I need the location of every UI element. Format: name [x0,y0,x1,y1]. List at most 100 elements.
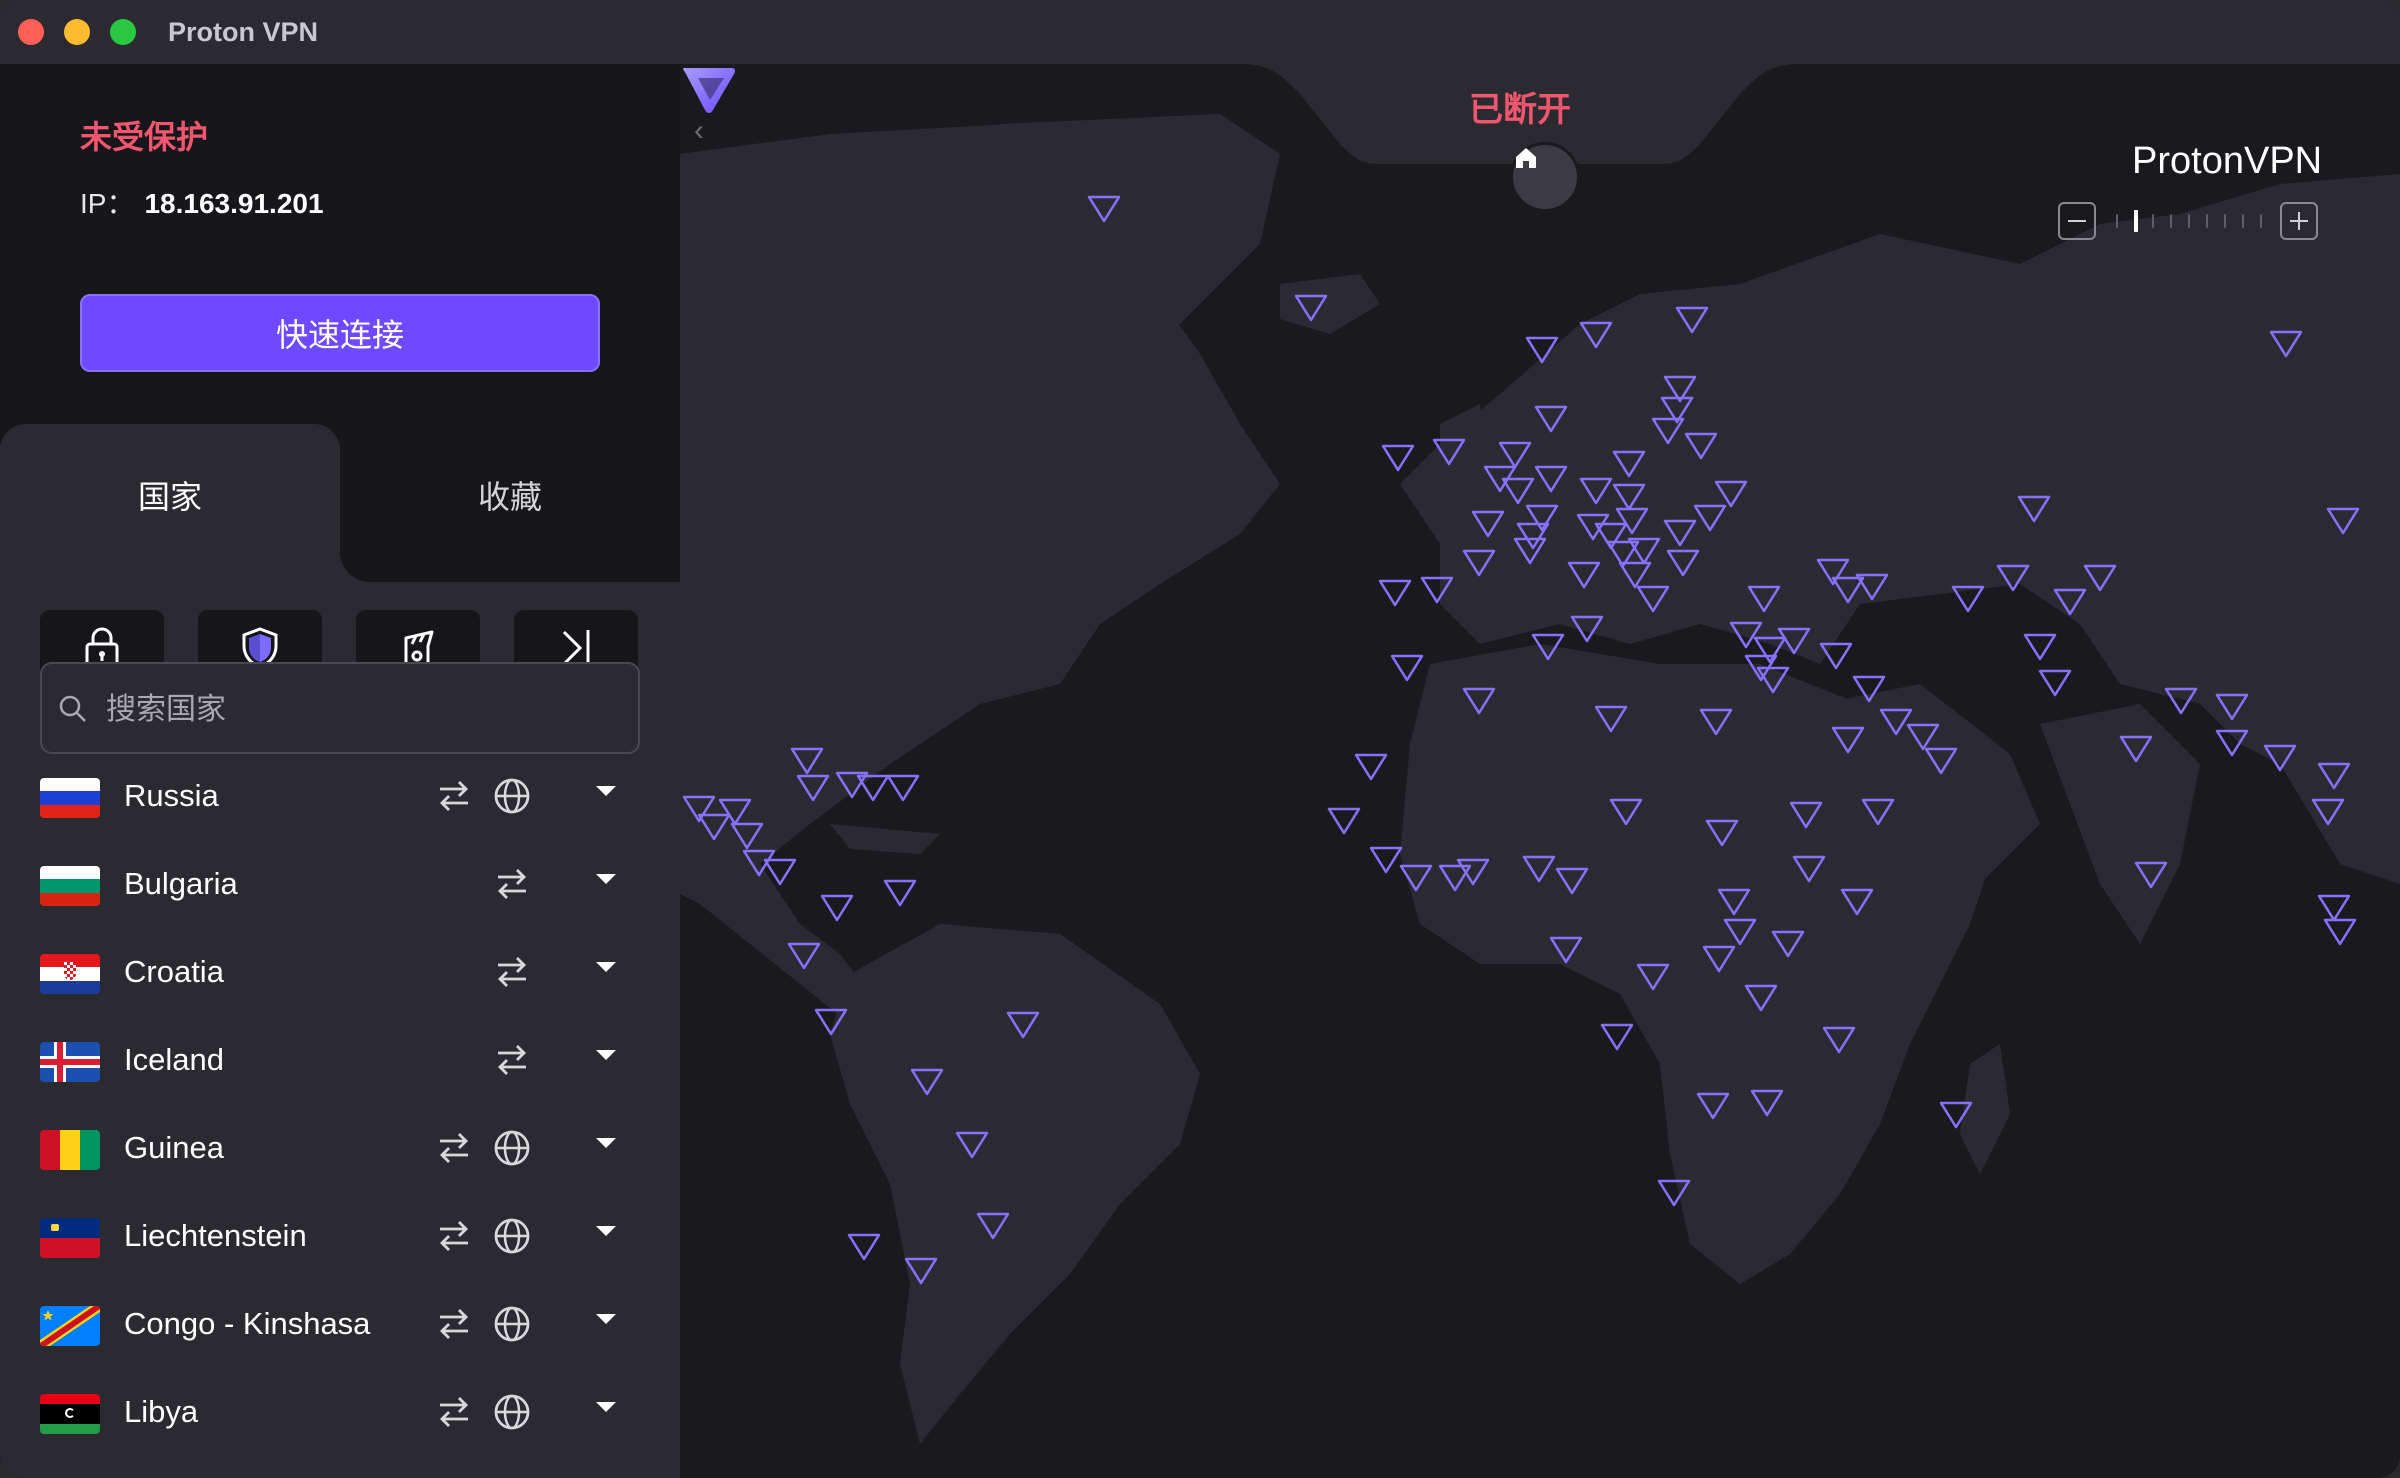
chevron-down-icon[interactable] [596,1314,616,1324]
croatia-flag-icon [40,954,100,994]
zoom-tick [2242,214,2244,228]
server-marker[interactable] [820,894,854,922]
ip-address-line: IP： 18.163.91.201 [80,182,324,222]
map-canvas [680,64,2400,1444]
country-row-guinea[interactable]: Guinea [0,1110,680,1198]
p2p-icon[interactable] [434,1304,474,1344]
quick-connect-button[interactable]: 快速连接 [80,294,600,372]
server-marker[interactable] [886,774,920,802]
server-marker[interactable] [1369,846,1403,874]
home-icon [1516,148,1536,168]
country-name: Croatia [124,954,224,989]
chevron-down-icon[interactable] [596,786,616,796]
globe-icon[interactable] [492,1128,532,1168]
country-row-libya[interactable]: Libya [0,1374,680,1462]
chevron-down-icon[interactable] [596,1402,616,1412]
globe-icon[interactable] [492,1392,532,1432]
p2p-icon[interactable] [492,1040,532,1080]
globe-icon[interactable] [492,1216,532,1256]
zoom-tick [2224,214,2226,228]
tab-favorites[interactable]: 收藏 [340,472,680,518]
zoom-tick [2260,214,2262,228]
south-america-landmass [830,924,1200,1444]
iceland-landmass [1280,274,1380,334]
server-marker[interactable] [2317,894,2351,922]
india-landmass [2040,704,2200,944]
congo-kinshasa-flag-icon [40,1306,100,1346]
zoom-out-button[interactable] [2058,202,2096,240]
connection-status: 已断开 [1469,90,1571,130]
title-bar: Proton VPN [0,0,2400,64]
country-row-bulgaria[interactable]: Bulgaria [0,846,680,934]
server-marker[interactable] [1354,753,1388,781]
tab-countries[interactable]: 国家 [0,472,340,518]
app-window: Proton VPN 未受保护 IP： 18.163.91.201 快速连接 国家… [0,0,2400,1478]
zoom-in-button[interactable] [2280,202,2318,240]
guinea-flag-icon [40,1130,100,1170]
protection-status: 未受保护 [80,118,209,156]
server-marker[interactable] [847,1233,881,1261]
iceland-flag-icon [40,1042,100,1082]
brand-name: ProtonVPN [2132,140,2322,183]
p2p-icon[interactable] [492,952,532,992]
chevron-down-icon[interactable] [596,1050,616,1060]
zoom-tick [2206,214,2208,228]
russia-flag-icon [40,778,100,818]
sidebar: 未受保护 IP： 18.163.91.201 快速连接 国家 收藏 搜索国家 R… [0,64,680,1478]
search-box [40,662,640,754]
server-marker[interactable] [1600,1023,1634,1051]
window-title: Proton VPN [168,17,319,47]
country-name: Congo - Kinshasa [124,1306,371,1341]
country-row-russia[interactable]: Russia [0,758,680,846]
collapse-sidebar-icon[interactable]: ‹ [694,114,704,148]
country-name: Libya [124,1394,199,1429]
zoom-tick [2116,214,2118,228]
server-marker[interactable] [2323,918,2357,946]
globe-icon[interactable] [492,1304,532,1344]
p2p-icon[interactable] [434,1216,474,1256]
zoom-tick [2134,210,2138,232]
server-marker[interactable] [883,879,917,907]
country-name: Bulgaria [124,866,238,901]
brand-proton: Proton [2132,140,2244,182]
zoom-window-button[interactable] [110,19,136,45]
zoom-tick [2188,214,2190,228]
country-row-liechtenstein[interactable]: Liechtenstein [0,1198,680,1286]
chevron-down-icon[interactable] [596,1226,616,1236]
chevron-down-icon[interactable] [596,1138,616,1148]
close-window-button[interactable] [18,19,44,45]
server-marker[interactable] [2023,633,2057,661]
zoom-tick [2170,214,2172,228]
country-row-croatia[interactable]: Croatia [0,934,680,1022]
server-marker[interactable] [1327,807,1361,835]
server-marker[interactable] [1390,654,1424,682]
country-row-congo-kinshasa[interactable]: Congo - Kinshasa [0,1286,680,1374]
ip-label: IP： [80,188,135,219]
brand-vpn: VPN [2243,140,2323,182]
server-marker[interactable] [2038,669,2072,697]
world-map[interactable]: ‹ 已断开 ProtonVPN [680,64,2400,1478]
central-america-landmass [680,834,870,1024]
p2p-icon[interactable] [434,776,474,816]
p2p-icon[interactable] [492,864,532,904]
search-input[interactable] [104,682,628,736]
proton-vpn-logo-icon [683,68,736,113]
server-marker[interactable] [1378,579,1412,607]
search-icon [59,695,86,722]
liechtenstein-flag-icon [40,1218,100,1258]
globe-icon[interactable] [492,776,532,816]
caribbean-landmass [830,824,940,854]
chevron-down-icon[interactable] [596,874,616,884]
country-name: Russia [124,778,219,813]
tab-bar: 国家 收藏 [0,422,680,604]
country-row-iceland[interactable]: Iceland [0,1022,680,1110]
p2p-icon[interactable] [434,1392,474,1432]
zoom-control [2058,202,2318,252]
server-marker[interactable] [1381,444,1415,472]
chevron-down-icon[interactable] [596,962,616,972]
p2p-icon[interactable] [434,1128,474,1168]
home-button[interactable] [1510,142,1580,212]
minimize-window-button[interactable] [64,19,90,45]
zoom-slider[interactable] [2108,202,2278,240]
ip-value: 18.163.91.201 [144,188,324,219]
